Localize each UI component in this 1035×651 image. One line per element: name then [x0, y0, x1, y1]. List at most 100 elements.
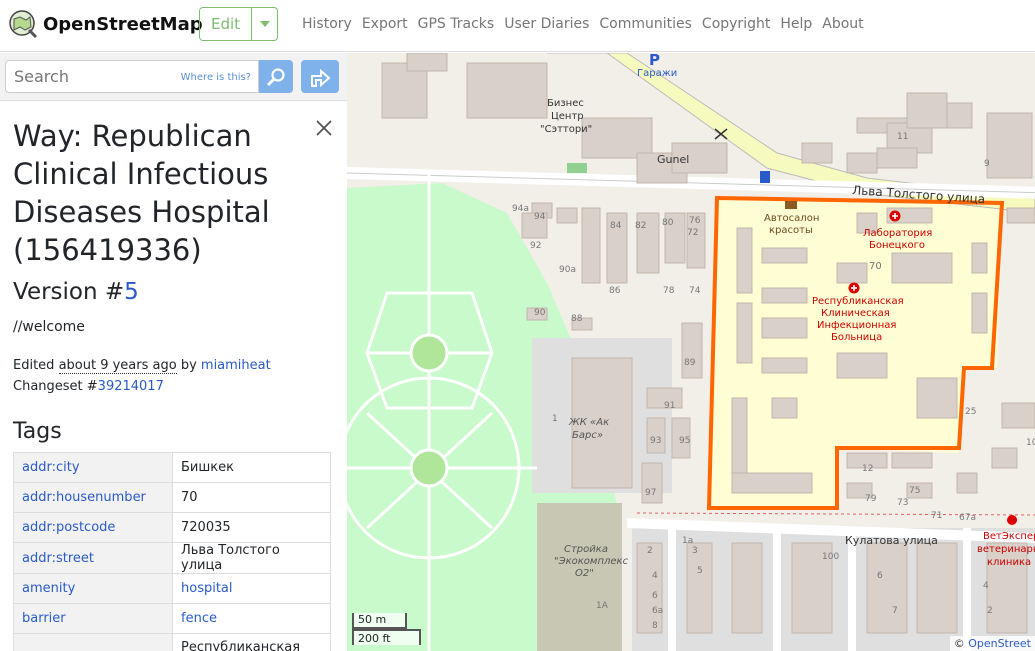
- caret-down-icon: [259, 21, 270, 27]
- label-autosalon-1: Автосалон: [764, 213, 819, 224]
- tag-key[interactable]: barrier: [13, 603, 173, 634]
- house-number: 6: [652, 591, 658, 601]
- house-number: 6а: [652, 606, 663, 616]
- house-number: 88: [571, 314, 583, 324]
- label-gunel: Gunel: [657, 153, 689, 166]
- where-is-this-link[interactable]: Where is this?: [181, 72, 251, 83]
- tag-key[interactable]: addr:street: [13, 542, 173, 574]
- label-street-kulatova: Кулатова улица: [845, 534, 938, 547]
- version-heading: Version #5: [13, 279, 333, 305]
- brand-name: OpenStreetMap: [43, 13, 203, 35]
- tag-key[interactable]: amenity: [13, 573, 173, 604]
- house-number: 93: [650, 436, 661, 446]
- park-fountain: [409, 333, 449, 373]
- tag-key[interactable]: [13, 633, 173, 651]
- house-number: 1: [552, 414, 558, 424]
- edit-dropdown-button[interactable]: [252, 8, 277, 40]
- logo[interactable]: OpenStreetMap: [8, 9, 203, 39]
- sidebar: Where is this? Way: Republican Clinical …: [0, 53, 347, 651]
- tags-table: addr:city Бишкек addr:housenumber 70 addr:…: [13, 452, 331, 651]
- house-number: 12: [862, 464, 873, 474]
- changeset-link[interactable]: 39214017: [98, 379, 164, 394]
- edited-prefix: Edited: [13, 358, 59, 373]
- label-garages: Гаражи: [637, 68, 677, 79]
- edited-by-text: by: [176, 358, 201, 373]
- tag-row: barrier fence: [13, 603, 331, 634]
- feature-title: Way: Republican Clinical Infectious Dise…: [13, 119, 270, 267]
- scale-meters: 50 m: [352, 613, 407, 629]
- label-hospital-1: Республиканская: [812, 296, 904, 307]
- nav-export[interactable]: Export: [362, 16, 408, 32]
- tag-row: addr:city Бишкек: [13, 452, 331, 483]
- house-number: 10: [1026, 438, 1035, 448]
- house-number: 95: [679, 436, 690, 446]
- nav-history[interactable]: History: [302, 16, 352, 32]
- version-link[interactable]: 5: [124, 279, 139, 305]
- tag-row: addr:street Льва Толстого улица: [13, 542, 331, 574]
- label-stroyka-2: "Экокомплекс: [554, 556, 629, 567]
- house-number: 75: [909, 486, 920, 496]
- house-number: 91: [664, 401, 675, 411]
- tag-value: 720035: [172, 512, 331, 543]
- tag-value-link[interactable]: fence: [181, 611, 217, 626]
- nav-help[interactable]: Help: [780, 16, 812, 32]
- house-number: 2: [987, 606, 993, 616]
- house-number: 94а: [512, 204, 529, 214]
- label-vet-3: клиника: [987, 557, 1031, 568]
- nav-copyright[interactable]: Copyright: [702, 16, 770, 32]
- nav-communities[interactable]: Communities: [599, 16, 692, 32]
- search-button[interactable]: [259, 60, 293, 93]
- tag-key[interactable]: addr:housenumber: [13, 482, 173, 513]
- tag-row: Республиканская: [13, 633, 331, 651]
- house-number: 1А: [596, 601, 609, 611]
- house-number: 79: [865, 494, 877, 504]
- house-number: 11: [897, 132, 908, 142]
- park-circle: [409, 448, 449, 488]
- search-input[interactable]: [6, 67, 186, 86]
- label-business-center-2: Центр: [551, 111, 584, 122]
- directions-button[interactable]: [301, 60, 339, 93]
- map-attribution: © OpenStreet: [949, 636, 1035, 651]
- label-house-70: 70: [869, 261, 882, 272]
- autosalon-icon: [785, 201, 797, 209]
- map-scale: 50 m 200 ft: [352, 613, 421, 645]
- label-business-center-1: Бизнес: [547, 98, 584, 109]
- house-number: 97: [645, 488, 656, 498]
- label-business-center-3: "Сэттори": [540, 124, 592, 135]
- tag-value-link[interactable]: hospital: [181, 581, 233, 596]
- directions-icon: [311, 68, 331, 87]
- house-number: 5: [697, 566, 703, 576]
- house-number: 9: [984, 159, 990, 169]
- version-prefix: Version #: [13, 279, 125, 305]
- vet-icon: [1007, 515, 1017, 525]
- edited-info: Edited about 9 years ago by miamiheat Ch…: [13, 355, 333, 397]
- edited-user-link[interactable]: miamiheat: [201, 358, 271, 373]
- label-hospital-4: Больница: [831, 332, 882, 343]
- house-number: 1а: [682, 536, 693, 546]
- changeset-prefix: Changeset #: [13, 379, 98, 394]
- changeset-comment: //welcome: [13, 319, 85, 335]
- nav-gps-tracks[interactable]: GPS Tracks: [418, 16, 495, 32]
- house-number: 92: [530, 241, 541, 251]
- search-bar: Where is this?: [0, 53, 347, 101]
- sport-icon: [567, 163, 587, 173]
- nav-about[interactable]: About: [822, 16, 863, 32]
- attribution-link[interactable]: OpenStreet: [968, 637, 1031, 650]
- house-number: 2: [647, 546, 653, 556]
- attribution-prefix: ©: [953, 637, 969, 650]
- tag-key[interactable]: addr:postcode: [13, 512, 173, 543]
- label-stroyka-3: О2": [575, 568, 594, 579]
- house-number: 4: [983, 581, 989, 591]
- magnifier-icon: [266, 67, 285, 86]
- nav-user-diaries[interactable]: User Diaries: [504, 16, 589, 32]
- house-number: 100: [822, 552, 839, 562]
- label-autosalon-2: красоты: [769, 225, 813, 236]
- tag-key[interactable]: addr:city: [13, 452, 173, 483]
- map-view[interactable]: P Гаражи Бизнес Центр "Сэттори" Gunel Ль…: [347, 53, 1035, 651]
- search-box: Where is this?: [5, 60, 259, 93]
- house-number: 94: [534, 212, 546, 222]
- edit-button[interactable]: Edit: [200, 8, 252, 40]
- house-number: 78: [663, 286, 675, 296]
- fuel-icon: [760, 171, 770, 183]
- tag-value: Бишкек: [172, 452, 331, 483]
